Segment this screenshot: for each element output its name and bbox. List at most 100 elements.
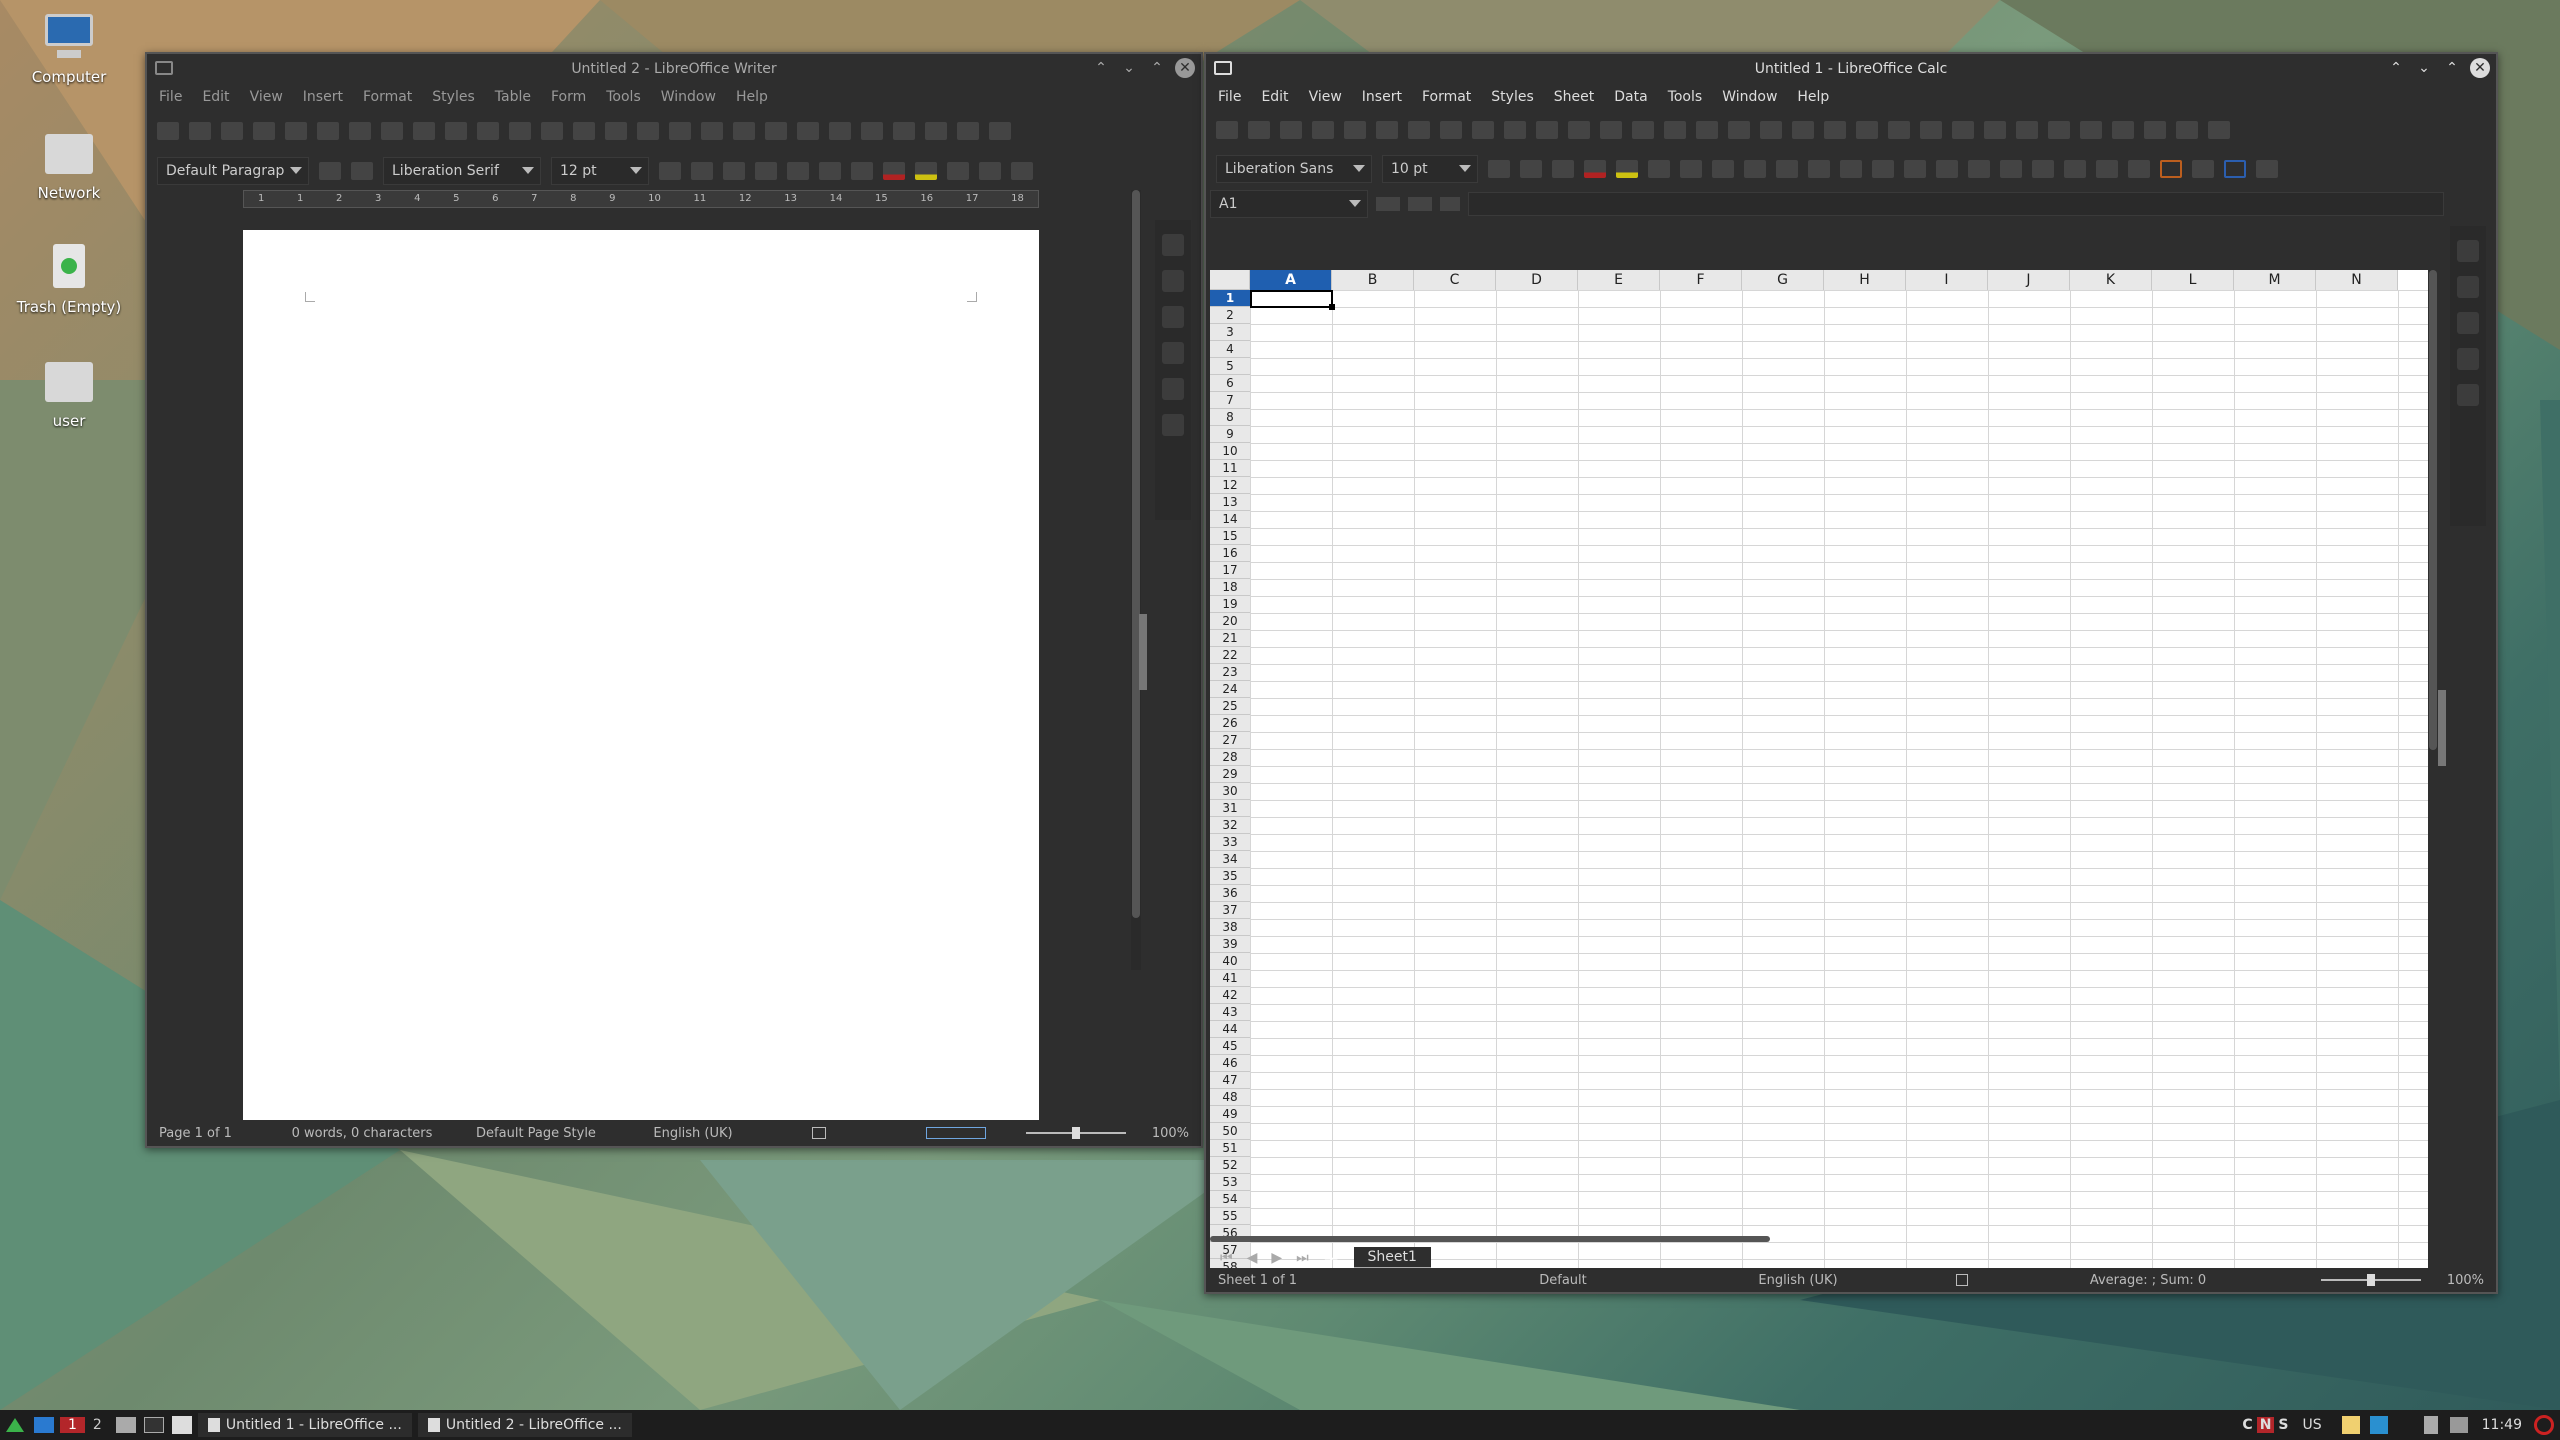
indicator-n[interactable]: N (2256, 1417, 2275, 1433)
clone-icon[interactable] (445, 122, 467, 140)
row-header[interactable]: 49 (1210, 1106, 1250, 1123)
row-header[interactable]: 47 (1210, 1072, 1250, 1089)
menu-window[interactable]: Window (1722, 89, 1777, 105)
row-header[interactable]: 4 (1210, 341, 1250, 358)
align-left-icon[interactable] (947, 162, 969, 180)
split-window-icon[interactable] (2176, 121, 2198, 139)
status-language[interactable]: English (UK) (621, 1126, 765, 1141)
row-header[interactable]: 55 (1210, 1208, 1250, 1225)
track-changes-icon[interactable] (957, 122, 979, 140)
column-header-j[interactable]: J (1988, 270, 2070, 290)
strikethrough-icon[interactable] (755, 162, 777, 180)
document-page[interactable] (243, 230, 1039, 1122)
page-icon[interactable] (1162, 270, 1184, 292)
menu-view[interactable]: View (250, 89, 283, 105)
menu-form[interactable]: Form (551, 89, 586, 105)
font-name-select[interactable]: Liberation Serif (383, 157, 541, 185)
row-header[interactable]: 41 (1210, 970, 1250, 987)
menu-edit[interactable]: Edit (202, 89, 229, 105)
row-header[interactable]: 52 (1210, 1157, 1250, 1174)
status-sheet[interactable]: Sheet 1 of 1 (1218, 1273, 1418, 1288)
column-header-c[interactable]: C (1414, 270, 1496, 290)
clock[interactable]: 11:49 (2482, 1417, 2522, 1433)
row-header[interactable]: 40 (1210, 953, 1250, 970)
sort-ascending-icon[interactable] (1792, 121, 1814, 139)
menu-help[interactable]: Help (1797, 89, 1829, 105)
keyboard-layout[interactable]: US (2303, 1417, 2322, 1433)
keep-above-icon[interactable]: ⌃ (2386, 58, 2406, 78)
column-headers[interactable]: ABCDEFGHIJKLMN (1250, 270, 2398, 290)
add-sheet-icon[interactable]: + (1323, 1246, 1340, 1270)
column-header-n[interactable]: N (2316, 270, 2398, 290)
previous-sheet-icon[interactable]: ◀ (1247, 1250, 1258, 1266)
align-top-icon[interactable] (1808, 160, 1830, 178)
sort-icon[interactable] (1760, 121, 1782, 139)
gallery-icon[interactable] (2457, 312, 2479, 334)
row-header[interactable]: 17 (1210, 562, 1250, 579)
row-header[interactable]: 38 (1210, 919, 1250, 936)
insert-chart-icon[interactable] (1920, 121, 1942, 139)
column-header-k[interactable]: K (2070, 270, 2152, 290)
navigator-icon[interactable] (2457, 348, 2479, 370)
zoom-slider-thumb[interactable] (1071, 1127, 1080, 1139)
desktop-icon-network[interactable]: Network (10, 126, 128, 202)
border-color-icon[interactable] (2224, 160, 2246, 178)
column-header-i[interactable]: I (1906, 270, 1988, 290)
menu-insert[interactable]: Insert (303, 89, 343, 105)
autofilter-icon[interactable] (1856, 121, 1878, 139)
zoom-slider[interactable] (1025, 1127, 1126, 1139)
row-icon[interactable] (1696, 121, 1718, 139)
redo-icon[interactable] (1600, 121, 1622, 139)
notes-icon[interactable] (2341, 1416, 2360, 1434)
insert-field-icon[interactable] (797, 122, 819, 140)
row-header[interactable]: 19 (1210, 596, 1250, 613)
insert-image-icon[interactable] (1888, 121, 1910, 139)
highlight-color-icon[interactable] (1616, 160, 1638, 178)
power-icon[interactable] (2534, 1415, 2554, 1435)
date-format-icon[interactable] (2000, 160, 2022, 178)
align-center-icon[interactable] (979, 162, 1001, 180)
status-sum[interactable]: Average: ; Sum: 0 (2058, 1273, 2238, 1288)
terminal-icon[interactable] (143, 1417, 164, 1433)
menu-table[interactable]: Table (495, 89, 531, 105)
bold-icon[interactable] (659, 162, 681, 180)
underline-icon[interactable] (723, 162, 745, 180)
align-bottom-icon[interactable] (1872, 160, 1894, 178)
menu-window[interactable]: Window (661, 89, 716, 105)
row-header[interactable]: 45 (1210, 1038, 1250, 1055)
cell-grid[interactable] (1250, 290, 2428, 1282)
page-break-icon[interactable] (765, 122, 787, 140)
column-icon[interactable] (1728, 121, 1750, 139)
clone-icon[interactable] (1504, 121, 1526, 139)
zoom-slider-thumb[interactable] (2366, 1274, 2375, 1286)
row-header[interactable]: 12 (1210, 477, 1250, 494)
row-header[interactable]: 53 (1210, 1174, 1250, 1191)
row-header[interactable]: 20 (1210, 613, 1250, 630)
keep-above-icon[interactable]: ⌃ (1091, 58, 1111, 78)
spelling-icon[interactable] (1664, 121, 1686, 139)
print-preview-icon[interactable] (317, 122, 339, 140)
hyperlink-icon[interactable] (861, 122, 883, 140)
horizontal-ruler[interactable]: 1 1 2 3 4 5 6 7 8 9 10 11 12 13 14 15 16 17 18 (243, 190, 1039, 208)
column-header-a[interactable]: A (1250, 270, 1332, 290)
status-zoom[interactable]: 100% (2447, 1273, 2484, 1288)
row-header[interactable]: 24 (1210, 681, 1250, 698)
undo-icon[interactable] (477, 122, 499, 140)
font-color-icon[interactable] (883, 162, 905, 180)
row-header[interactable]: 51 (1210, 1140, 1250, 1157)
row-header[interactable]: 33 (1210, 834, 1250, 851)
fill-handle[interactable] (1329, 304, 1335, 310)
align-center-icon[interactable] (1680, 160, 1702, 178)
workspace-1[interactable]: 1 (60, 1417, 85, 1433)
menu-data[interactable]: Data (1614, 89, 1647, 105)
cut-icon[interactable] (1408, 121, 1430, 139)
row-header[interactable]: 39 (1210, 936, 1250, 953)
horizontal-scrollbar[interactable] (1210, 1236, 1770, 1242)
row-header[interactable]: 9 (1210, 426, 1250, 443)
find-icon[interactable] (1632, 121, 1654, 139)
highlight-color-icon[interactable] (915, 162, 937, 180)
clear-icon[interactable] (1536, 121, 1558, 139)
styles-icon[interactable] (1162, 306, 1184, 328)
comment-icon[interactable] (2048, 121, 2070, 139)
comment-icon[interactable] (925, 122, 947, 140)
